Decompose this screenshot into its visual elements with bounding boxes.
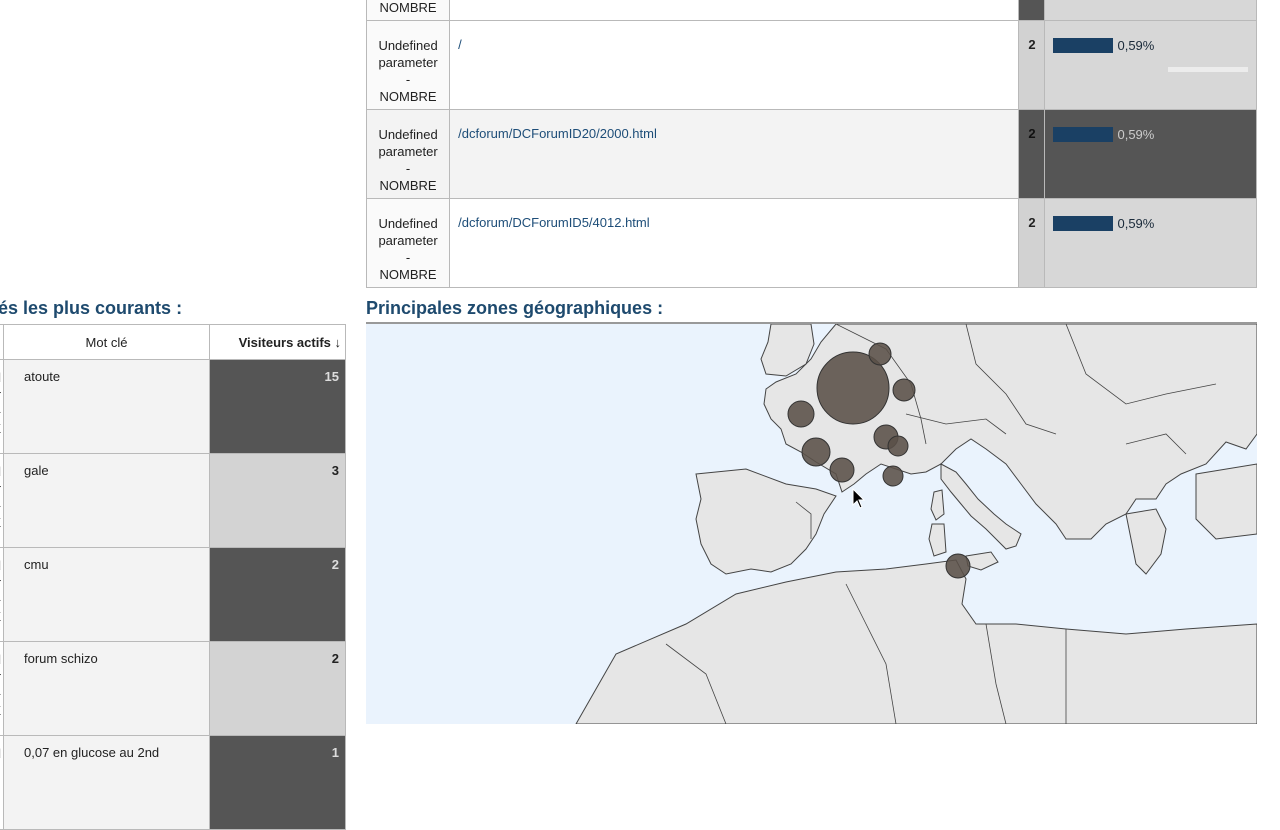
dimension-label: parameter <box>378 144 438 159</box>
table-header-row: Mot clé Visiteurs actifs ↓ <box>0 324 346 360</box>
map-svg <box>366 324 1257 724</box>
percent-bar <box>1053 38 1114 53</box>
percent-bar <box>1053 216 1114 231</box>
dimension-label: NOMBRE <box>379 0 437 15</box>
city-bubble-toulouse[interactable] <box>829 457 855 483</box>
keyword-cell: gale <box>3 453 210 548</box>
dimension-cell: Undefined parameter - NOMBRE <box>365 198 451 288</box>
turkey-landmass <box>1195 463 1257 540</box>
keyword-cell: cmu <box>3 547 210 642</box>
top-pages-table: NOMBRE Undefined parameter - NOMBRE / 2 … <box>365 0 1257 288</box>
visitors-count: 2 <box>1028 126 1036 141</box>
visitors-count: 2 <box>1028 215 1036 230</box>
keyword-cell: forum schizo <box>3 641 210 736</box>
visitors-value: 3 <box>209 453 346 548</box>
visitors-value: 1 <box>209 735 346 830</box>
table-row: d r - E atoute 15 <box>0 359 346 454</box>
table-row: d 0,07 en glucose au 2nd 1 <box>0 735 346 830</box>
city-bubble-grenoble[interactable] <box>887 435 909 457</box>
dimension-label: NOMBRE <box>379 89 437 104</box>
dimension-label: Undefined <box>378 127 438 142</box>
table-row: Undefined parameter - NOMBRE /dcforum/DC… <box>365 109 1257 199</box>
dimension-cell: Undefined parameter - NOMBRE <box>365 109 451 199</box>
percent-value: 0,59% <box>1117 38 1155 53</box>
keywords-table: Mot clé Visiteurs actifs ↓ d r - E atout… <box>0 324 346 830</box>
city-bubble-bordeaux[interactable] <box>801 437 831 467</box>
geo-section-title: Principales zones géographiques : <box>366 298 664 318</box>
percent-value: 0,59% <box>1117 127 1155 142</box>
dimension-label: Undefined <box>378 38 438 53</box>
city-bubble-strasbourg[interactable] <box>892 378 916 402</box>
table-row: d r - E gale 3 <box>0 453 346 548</box>
dimension-label: NOMBRE <box>379 178 437 193</box>
table-row-partial: NOMBRE <box>365 0 1257 21</box>
page-link[interactable]: /dcforum/DCForumID5/4012.html <box>458 215 649 230</box>
dimension-label: parameter <box>378 55 438 70</box>
dimension-label: - <box>405 72 411 87</box>
table-row: d r - E cmu 2 <box>0 547 346 642</box>
keyword-cell: atoute <box>3 359 210 454</box>
keyword-cell: 0,07 en glucose au 2nd <box>3 735 210 830</box>
city-bubble-marseille[interactable] <box>882 465 904 487</box>
visitors-value: 15 <box>209 359 346 454</box>
keywords-section-title: és les plus courants : <box>0 298 183 318</box>
dimension-cell: NOMBRE <box>365 0 451 21</box>
geo-map[interactable] <box>366 322 1257 724</box>
table-row: Undefined parameter - NOMBRE /dcforum/DC… <box>365 198 1257 288</box>
keyword-column-header[interactable]: Mot clé <box>3 324 210 360</box>
dimension-label: - <box>405 161 411 176</box>
city-bubble-tunis[interactable] <box>945 553 971 579</box>
city-bubble-lille[interactable] <box>868 342 892 366</box>
dimension-label: - <box>405 250 411 265</box>
dimension-cell: Undefined parameter - NOMBRE <box>365 20 451 110</box>
visitors-value: 2 <box>209 547 346 642</box>
percent-value: 0,59% <box>1117 216 1155 231</box>
city-bubble-rennes[interactable] <box>787 400 815 428</box>
dimension-label: parameter <box>378 233 438 248</box>
visitors-value: 2 <box>209 641 346 736</box>
page-link[interactable]: / <box>458 37 462 52</box>
visitors-count: 2 <box>1028 37 1036 52</box>
dimension-label: Undefined <box>378 216 438 231</box>
page-link[interactable]: /dcforum/DCForumID20/2000.html <box>458 126 657 141</box>
mouse-cursor-icon <box>852 488 866 509</box>
percent-bar <box>1053 127 1114 142</box>
dimension-label: NOMBRE <box>379 267 437 282</box>
table-row: Undefined parameter - NOMBRE / 2 0,59% <box>365 20 1257 110</box>
visitors-column-header[interactable]: Visiteurs actifs ↓ <box>209 324 346 360</box>
table-row: d r - E forum schizo 2 <box>0 641 346 736</box>
